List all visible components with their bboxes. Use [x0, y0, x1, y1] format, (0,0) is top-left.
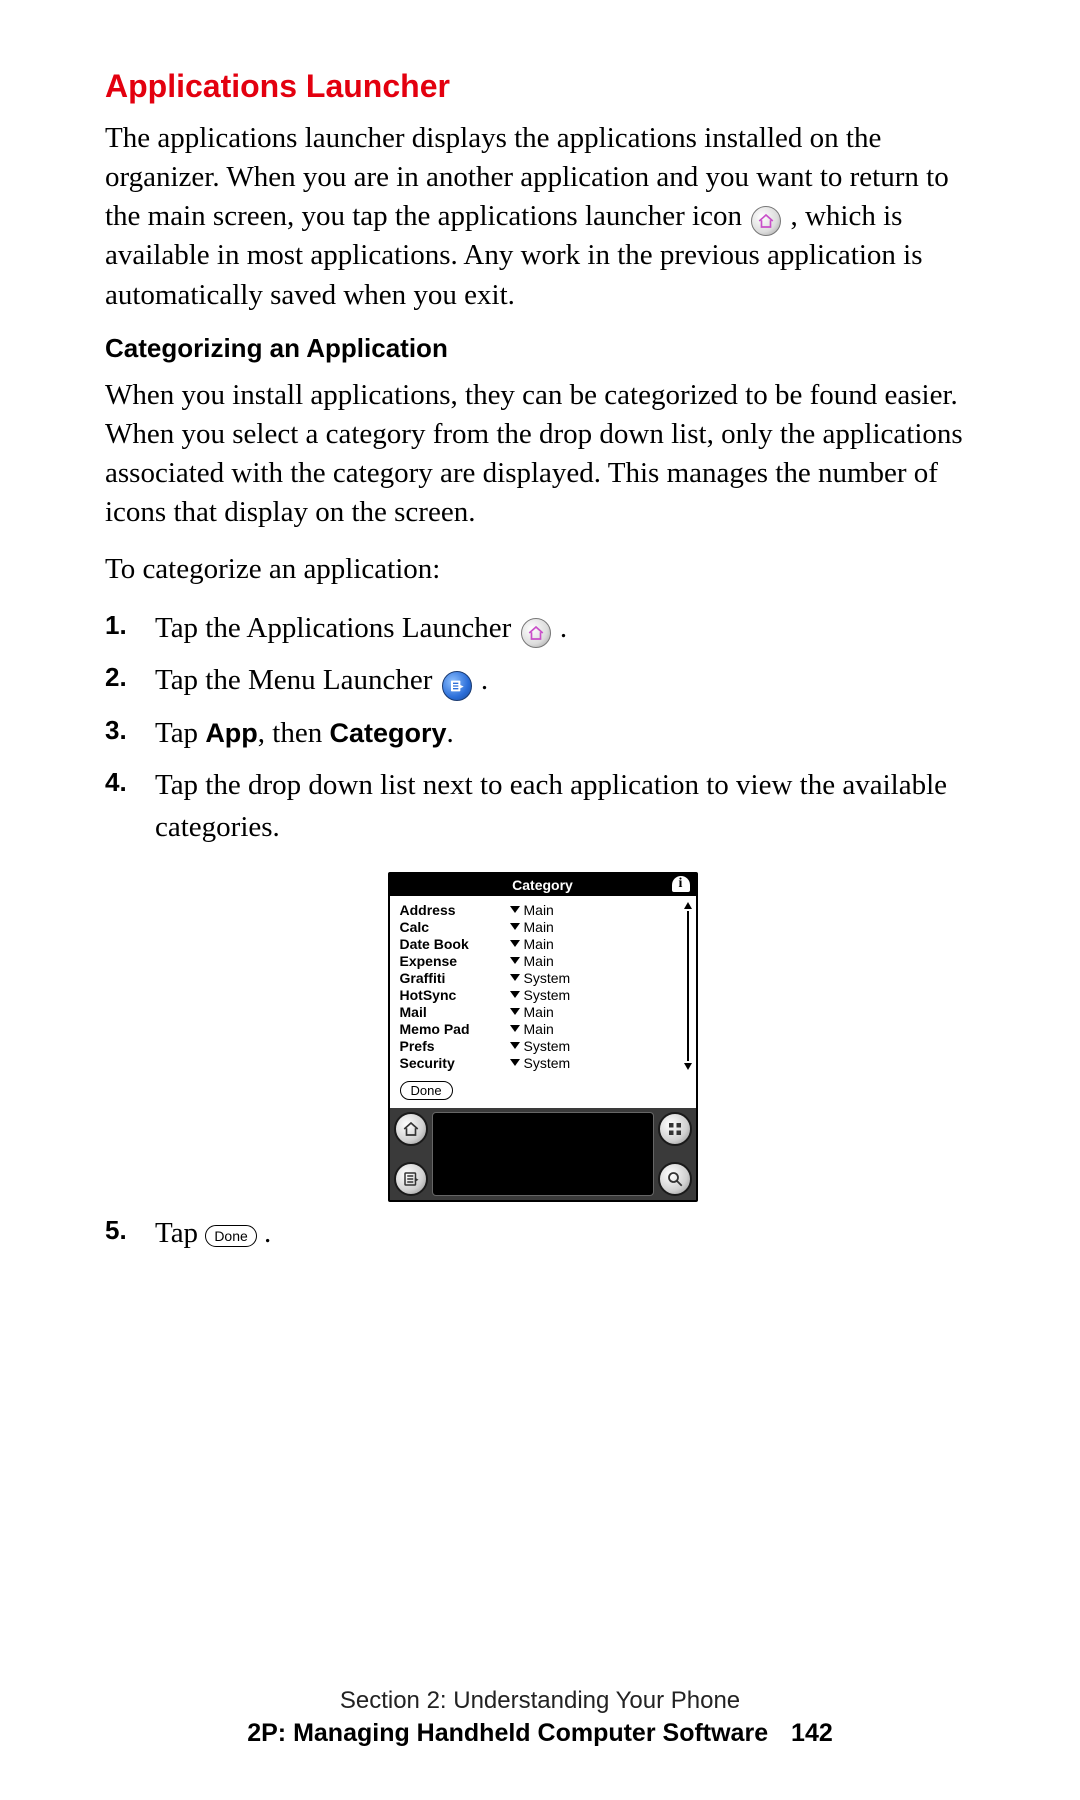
chevron-down-icon	[510, 1042, 520, 1049]
app-category-value: System	[524, 1055, 571, 1071]
scroll-up-icon[interactable]	[684, 902, 692, 909]
app-category-dropdown[interactable]: Main	[510, 1004, 688, 1020]
app-name: Memo Pad	[400, 1021, 510, 1037]
app-name: HotSync	[400, 987, 510, 1003]
step-1-end: .	[560, 612, 567, 644]
app-category-value: Main	[524, 902, 554, 918]
chevron-down-icon	[510, 1059, 520, 1066]
chevron-down-icon	[510, 1025, 520, 1032]
info-icon[interactable]: i	[672, 876, 690, 892]
app-category-dropdown[interactable]: Main	[510, 919, 688, 935]
footer-section: Section 2: Understanding Your Phone	[0, 1687, 1080, 1715]
step-5: Tap Done .	[105, 1212, 980, 1254]
step-3-cat: Category	[329, 718, 446, 748]
device-screenshot: Category i Address Main Calc Main Date Book M…	[388, 872, 698, 1202]
lead-in-text: To categorize an application:	[105, 550, 980, 589]
app-category-value: System	[524, 987, 571, 1003]
chevron-down-icon	[510, 923, 520, 930]
silk-home-button[interactable]	[394, 1112, 428, 1146]
home-icon	[751, 206, 781, 236]
step-5-text: Tap	[155, 1217, 205, 1249]
app-category-dropdown[interactable]: Main	[510, 1021, 688, 1037]
app-name: Mail	[400, 1004, 510, 1020]
silk-apps-button[interactable]	[658, 1112, 692, 1146]
app-category-dropdown[interactable]: Main	[510, 936, 688, 952]
device-titlebar: Category i	[390, 874, 696, 896]
step-3-app: App	[205, 718, 257, 748]
step-3-mid: , then	[258, 717, 330, 749]
app-category-value: Main	[524, 1004, 554, 1020]
app-name: Address	[400, 902, 510, 918]
footer-chapter: 2P: Managing Handheld Computer Software	[247, 1719, 768, 1747]
chevron-down-icon	[510, 906, 520, 913]
app-name: Prefs	[400, 1038, 510, 1054]
silk-find-button[interactable]	[658, 1162, 692, 1196]
step-1-text: Tap the Applications Launcher	[155, 612, 519, 644]
categorize-paragraph: When you install applications, they can …	[105, 376, 980, 533]
step-2-text: Tap the Menu Launcher	[155, 664, 440, 696]
chevron-down-icon	[510, 974, 520, 981]
section-heading: Applications Launcher	[105, 68, 980, 105]
scroll-down-icon[interactable]	[684, 1063, 692, 1070]
app-category-value: System	[524, 1038, 571, 1054]
chevron-down-icon	[510, 957, 520, 964]
app-name: Graffiti	[400, 970, 510, 986]
app-category-dropdown[interactable]: Main	[510, 902, 688, 918]
chevron-down-icon	[510, 991, 520, 998]
silkscreen-area	[390, 1108, 696, 1200]
app-name: Date Book	[400, 936, 510, 952]
page-footer: Section 2: Understanding Your Phone 2P: …	[0, 1687, 1080, 1748]
step-1: Tap the Applications Launcher .	[105, 607, 980, 649]
step-3-end: .	[447, 717, 454, 749]
device-title: Category	[512, 877, 573, 893]
app-category-dropdown[interactable]: System	[510, 987, 688, 1003]
step-5-end: .	[264, 1217, 271, 1249]
page-number: 142	[791, 1719, 833, 1747]
step-3: Tap App, then Category.	[105, 712, 980, 754]
step-2-end: .	[481, 664, 488, 696]
silk-menu-button[interactable]	[394, 1162, 428, 1196]
intro-paragraph: The applications launcher displays the a…	[105, 119, 980, 315]
app-name: Calc	[400, 919, 510, 935]
chevron-down-icon	[510, 940, 520, 947]
scrollbar[interactable]	[684, 902, 692, 1070]
app-category-dropdown[interactable]: System	[510, 1055, 688, 1071]
app-category-dropdown[interactable]: Main	[510, 953, 688, 969]
app-category-value: Main	[524, 936, 554, 952]
app-category-value: Main	[524, 1021, 554, 1037]
app-category-value: System	[524, 970, 571, 986]
graffiti-area[interactable]	[432, 1112, 654, 1196]
app-category-value: Main	[524, 953, 554, 969]
menu-icon	[442, 671, 472, 701]
home-icon	[521, 618, 551, 648]
app-category-dropdown[interactable]: System	[510, 970, 688, 986]
done-pill-icon: Done	[205, 1225, 256, 1247]
app-name: Security	[400, 1055, 510, 1071]
step-3-a: Tap	[155, 717, 205, 749]
subheading: Categorizing an Application	[105, 333, 980, 364]
chevron-down-icon	[510, 1008, 520, 1015]
app-category-list: Address Main Calc Main Date Book Main Expense M…	[400, 902, 688, 1071]
scroll-track-line	[687, 911, 689, 1061]
step-2: Tap the Menu Launcher .	[105, 659, 980, 701]
step-4: Tap the drop down list next to each appl…	[105, 764, 980, 848]
done-button[interactable]: Done	[400, 1081, 453, 1100]
app-name: Expense	[400, 953, 510, 969]
app-category-dropdown[interactable]: System	[510, 1038, 688, 1054]
app-category-value: Main	[524, 919, 554, 935]
